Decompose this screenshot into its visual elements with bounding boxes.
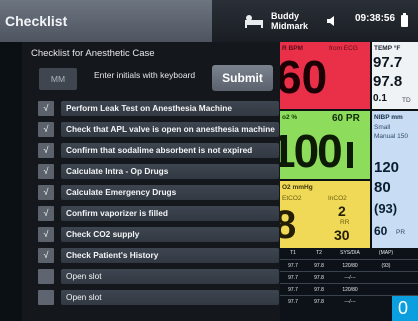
nibp-mode: Manual 150 [374,133,408,140]
checklist-item[interactable]: √ Calculate Emergency Drugs [38,185,280,200]
table-cell: 120/80 [342,287,358,293]
patient-info[interactable]: Buddy Midmark [271,11,308,31]
nibp-mean: (93) [374,201,398,216]
table-cell: 97.7 [288,299,298,305]
checklist-item-label[interactable]: Check that APL valve is open on anesthes… [61,122,279,137]
table-header: SYS/DIA [340,250,360,256]
checklist-item-label[interactable]: Perform Leak Test on Anesthesia Machine [61,101,279,116]
checkbox[interactable]: √ [38,206,54,221]
table-cell: 97.7 [288,275,298,281]
nibp-label: NIBP mm [374,114,403,121]
checklist-item[interactable]: √ Confirm vaporizer is filled [38,206,280,221]
table-cell: ---/--- [344,299,356,305]
pleth-bar [347,142,353,168]
nibp-pr: 60 [374,224,388,238]
etco2-value: 8 [280,203,297,247]
checkbox[interactable]: √ [38,185,54,200]
checklist-item[interactable]: Open slot [38,269,280,284]
table-cell: 97.8 [314,287,324,293]
etco2-label: EtCO2 [282,195,302,202]
checklist-item[interactable]: √ Check Patient's History [38,248,280,263]
checklist-panel: Checklist for Anesthetic Case MM Enter i… [22,42,280,321]
checkbox[interactable]: √ [38,122,54,137]
checkbox[interactable]: √ [38,101,54,116]
checklist-item-label[interactable]: Calculate Intra - Op Drugs [61,164,279,179]
checklist-item[interactable]: √ Check CO2 supply [38,227,280,242]
spo2-value: 100 [280,125,343,177]
spo2-label: o2 % [282,114,298,121]
checklist-item-label[interactable]: Confirm vaporizer is filled [61,206,279,221]
temperature-tile[interactable]: TEMP °F 97.7 97.8 0.1 TD [372,42,418,109]
temp-t1: 97.7 [373,54,403,71]
table-cell: ---/--- [344,275,356,281]
rr-label: RR [340,219,350,226]
temp-label: TEMP °F [374,45,401,52]
checklist-item[interactable]: Open slot [38,290,280,305]
checklist-item-label[interactable]: Calculate Emergency Drugs [61,185,279,200]
heart-rate-tile[interactable]: R BPM from ECG 60 [280,42,370,109]
checklist-item[interactable]: √ Check that APL valve is open on anesth… [38,122,280,137]
nibp-pr-label: PR [396,229,406,236]
table-divider [280,259,418,260]
inco2-label: InCO2 [328,195,347,202]
patient-name: Buddy [271,11,299,21]
checkbox[interactable]: √ [38,248,54,263]
clock: 09:38:56 [355,13,396,24]
table-cell: 120/80 [342,263,358,269]
checklist-heading: Checklist for Anesthetic Case [31,48,155,59]
co2-label: O2 mmHg [282,184,313,191]
battery-icon [401,13,408,27]
checklist-item[interactable]: √ Perform Leak Test on Anesthesia Machin… [38,101,280,116]
table-divider [280,283,418,284]
spo2-pulse: 60 PR [332,113,360,124]
checklist-item-label[interactable]: Open slot [61,269,279,284]
hr-value: 60 [280,51,328,103]
checkbox[interactable]: √ [38,143,54,158]
screen-title: Checklist [0,0,212,42]
table-header: (MAP) [378,250,394,256]
submit-button[interactable]: Submit [212,65,273,91]
checklist-item[interactable]: √ Confirm that sodalime absorbent is not… [38,143,280,158]
checklist-item-label[interactable]: Open slot [61,290,279,305]
table-cell: (93) [381,263,391,269]
speaker-icon[interactable] [327,15,339,27]
patient-icon[interactable] [245,14,263,28]
patient-id: Midmark [271,21,309,31]
temp-delta: 0.1 [373,93,387,104]
spo2-tile[interactable]: o2 % 60 PR 100 [280,111,370,179]
nibp-cuff: Small [374,124,391,131]
nibp-systolic: 120 [374,159,400,176]
rr-value: 30 [334,227,350,243]
checklist-item[interactable]: √ Calculate Intra - Op Drugs [38,164,280,179]
initials-hint: Enter initials with keyboard [94,70,196,80]
table-header: T1 [290,250,296,256]
temp-t2: 97.8 [373,73,403,90]
temp-td-label: TD [402,97,411,104]
checkbox[interactable]: √ [38,164,54,179]
table-cell: 97.8 [314,275,324,281]
checkbox[interactable] [38,269,54,284]
checklist-item-label[interactable]: Check CO2 supply [61,227,279,242]
initials-field[interactable]: MM [39,68,77,90]
checklist-item-label[interactable]: Confirm that sodalime absorbent is not e… [61,143,279,158]
co2-tile[interactable]: O2 mmHg EtCO2 InCO2 8 2 RR 30 [280,181,370,248]
inco2-value: 2 [338,203,346,219]
menu-button[interactable]: 0 [392,296,418,321]
table-cell: 97.7 [288,287,298,293]
checklist-item-label[interactable]: Check Patient's History [61,248,279,263]
nibp-tile[interactable]: NIBP mm Small Manual 150 120 80 (93) 60 … [372,111,418,248]
table-cell: 97.8 [314,299,324,305]
anesthesia-monitor-screen: Checklist Buddy Midmark 09:38:56 Checkli… [0,0,418,321]
hr-source: from ECG [329,45,358,52]
checkbox[interactable]: √ [38,227,54,242]
top-bar: Checklist Buddy Midmark 09:38:56 [0,0,418,42]
nibp-diastolic: 80 [374,179,391,196]
table-cell: 97.7 [288,263,298,269]
checkbox[interactable] [38,290,54,305]
table-header: T2 [316,250,322,256]
table-divider [280,271,418,272]
table-cell: 97.8 [314,263,324,269]
